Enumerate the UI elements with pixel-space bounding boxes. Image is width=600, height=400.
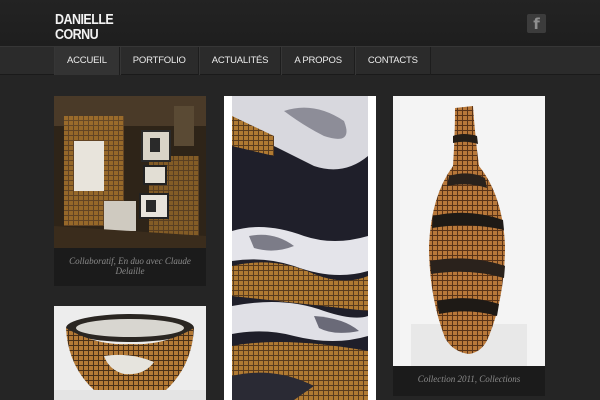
gallery-item-collaboratif[interactable]: Collaboratif, En duo avec Claude Delaill…	[54, 96, 206, 286]
gallery-caption: Collection 2011, Collections	[393, 366, 545, 396]
artwork-image	[224, 96, 376, 400]
gallery-caption: Collaboratif, En duo avec Claude Delaill…	[54, 248, 206, 286]
gallery-item-bowl[interactable]	[54, 306, 206, 400]
site-title-line1: DANIELLE	[55, 12, 114, 28]
nav-item-a-propos[interactable]: A PROPOS	[281, 47, 355, 75]
artwork-image	[393, 96, 545, 366]
artwork-image	[54, 306, 206, 400]
site-logo[interactable]: DANIELLE CORNU	[55, 12, 114, 43]
artwork-image	[54, 96, 206, 248]
main-navbar: ACCUEIL PORTFOLIO ACTUALITÉS A PROPOS CO…	[0, 46, 600, 75]
main-nav: ACCUEIL PORTFOLIO ACTUALITÉS A PROPOS CO…	[54, 47, 431, 75]
nav-item-accueil[interactable]: ACCUEIL	[54, 47, 120, 75]
gallery-item-collection-2011[interactable]: Collection 2011, Collections	[393, 96, 545, 396]
nav-item-portfolio[interactable]: PORTFOLIO	[119, 47, 199, 75]
nav-item-contacts[interactable]: CONTACTS	[354, 47, 431, 75]
site-header: DANIELLE CORNU f	[0, 0, 600, 46]
facebook-icon[interactable]: f	[527, 14, 546, 33]
nav-item-actualites[interactable]: ACTUALITÉS	[198, 47, 282, 75]
site-title-line2: CORNU	[55, 27, 99, 43]
gallery-item-vertical[interactable]	[224, 96, 376, 400]
